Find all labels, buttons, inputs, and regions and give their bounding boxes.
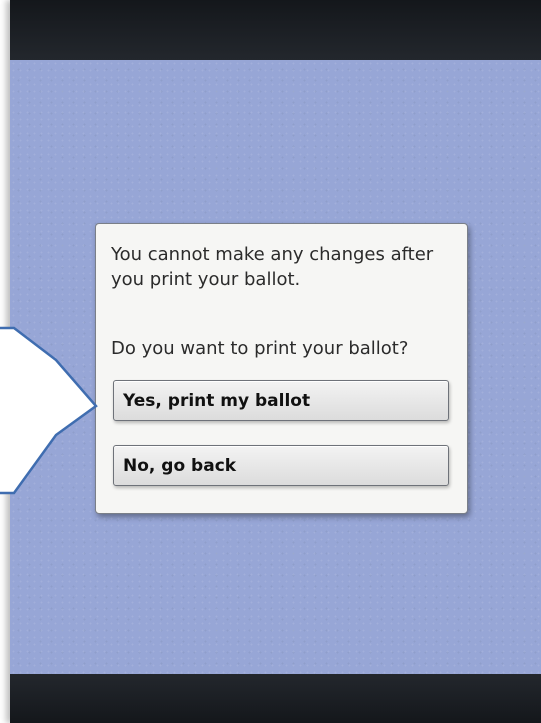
- top-bar: [10, 0, 541, 60]
- page-frame: You cannot make any changes after you pr…: [0, 0, 541, 723]
- dialog-question: Do you want to print your ballot?: [111, 338, 409, 359]
- print-ballot-button[interactable]: Yes, print my ballot: [113, 380, 449, 421]
- print-confirmation-dialog: You cannot make any changes after you pr…: [95, 223, 468, 514]
- go-back-button[interactable]: No, go back: [113, 445, 449, 486]
- dialog-warning-message: You cannot make any changes after you pr…: [111, 244, 434, 290]
- callout-arrow-icon: [0, 326, 98, 495]
- bottom-bar: [10, 674, 541, 723]
